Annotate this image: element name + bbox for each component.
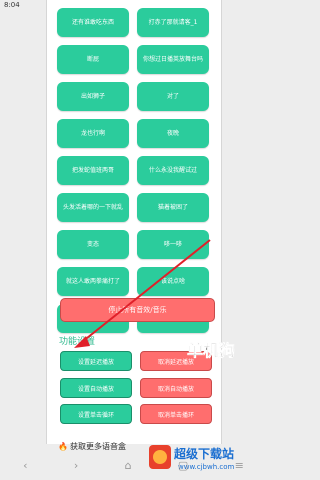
sound-button[interactable]: 就这人敢两拳痛打了 bbox=[57, 267, 129, 296]
sound-button[interactable]: 猫着被困了 bbox=[137, 193, 209, 222]
sound-row: 头发活着哪的一下就乱 猫着被困了 bbox=[57, 193, 209, 222]
sound-row: 断屁 你想过日播英放舞台吗 bbox=[57, 45, 209, 74]
sound-button-grid: 还有谁敢吃东西 打赤了那就请客_1 断屁 你想过日播英放舞台吗 出如狮子 对了 … bbox=[57, 8, 209, 341]
watermark-brand: 单机狗 bbox=[187, 341, 236, 361]
sound-row: 还有谁敢吃东西 打赤了那就请客_1 bbox=[57, 8, 209, 37]
forward-icon[interactable]: › bbox=[74, 459, 78, 472]
sound-row: 出如狮子 对了 bbox=[57, 82, 209, 111]
home-icon[interactable]: ⌂ bbox=[125, 459, 132, 472]
menu-icon[interactable]: ≡ bbox=[235, 459, 244, 472]
sound-button[interactable]: 头发活着哪的一下就乱 bbox=[57, 193, 129, 222]
function-row: 设置自动播放 取消自动播放 bbox=[60, 378, 212, 398]
sound-button[interactable]: 该说点啥 bbox=[137, 267, 209, 296]
sound-button[interactable]: 龙也行啊 bbox=[57, 119, 129, 148]
function-row: 设置单击循环 取消单击播环 bbox=[60, 404, 212, 424]
sound-row: 把发蛇值班两哥 什么永没我醒试过 bbox=[57, 156, 209, 185]
sound-button[interactable]: 哆一哆 bbox=[137, 230, 209, 259]
sound-row: 就这人敢两拳痛打了 该说点啥 bbox=[57, 267, 209, 296]
bottom-nav-bar: ‹ › ⌂ ▢ ≡ bbox=[0, 450, 267, 480]
sound-button[interactable]: 你想过日播英放舞台吗 bbox=[137, 45, 209, 74]
sound-button[interactable]: 对了 bbox=[137, 82, 209, 111]
sound-button[interactable]: 打赤了那就请客_1 bbox=[137, 8, 209, 37]
sound-button[interactable]: 变态 bbox=[57, 230, 129, 259]
sound-row: 龙也行啊 夜晚 bbox=[57, 119, 209, 148]
sound-button[interactable]: 什么永没我醒试过 bbox=[137, 156, 209, 185]
section-title-settings: 功能设置 bbox=[59, 337, 96, 347]
status-time: 8:04 bbox=[4, 1, 20, 9]
back-icon[interactable]: ‹ bbox=[23, 459, 27, 472]
sound-button[interactable]: 夜晚 bbox=[137, 119, 209, 148]
cancel-click-loop-button[interactable]: 取消单击播环 bbox=[140, 404, 212, 424]
set-auto-play-button[interactable]: 设置自动播放 bbox=[60, 378, 132, 398]
sound-button[interactable]: 断屁 bbox=[57, 45, 129, 74]
sound-row: 变态 哆一哆 bbox=[57, 230, 209, 259]
stop-all-button[interactable]: 停止所有音效/音乐 bbox=[60, 298, 215, 322]
tabs-icon[interactable]: ▢ bbox=[178, 459, 188, 472]
set-click-loop-button[interactable]: 设置单击循环 bbox=[60, 404, 132, 424]
cancel-auto-play-button[interactable]: 取消自动播放 bbox=[140, 378, 212, 398]
sound-button[interactable]: 把发蛇值班两哥 bbox=[57, 156, 129, 185]
sound-button[interactable]: 出如狮子 bbox=[57, 82, 129, 111]
sound-button[interactable]: 还有谁敢吃东西 bbox=[57, 8, 129, 37]
set-delay-play-button[interactable]: 设置延迟播放 bbox=[60, 351, 132, 371]
